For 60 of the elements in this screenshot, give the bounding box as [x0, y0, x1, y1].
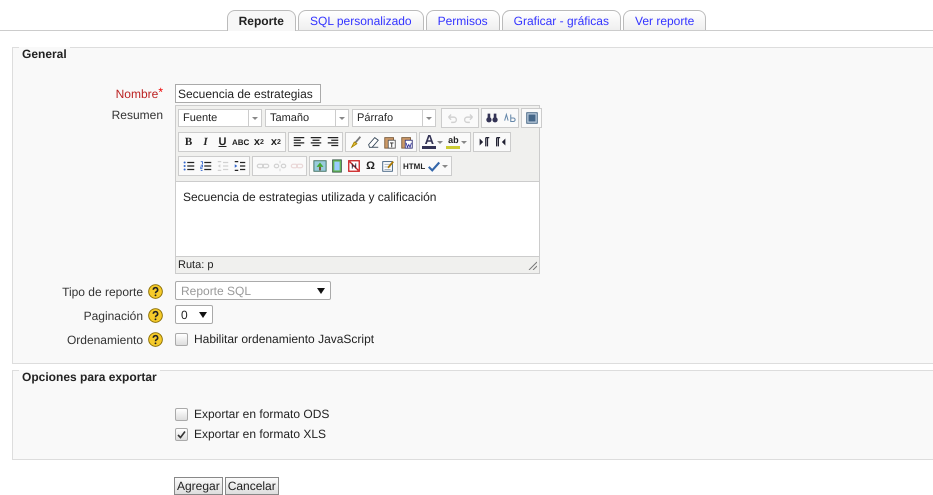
color-button[interactable]: A	[421, 133, 446, 152]
edit-icon	[380, 159, 394, 174]
field-label: Resumen	[112, 108, 163, 122]
tab[interactable]: SQL personalizado	[298, 10, 424, 30]
help-icon[interactable]	[148, 284, 163, 300]
ltr-icon	[476, 135, 491, 150]
tab[interactable]: Graficar - gráficas	[502, 10, 621, 30]
tab[interactable]: Reporte	[226, 10, 296, 31]
eraser-icon	[366, 135, 380, 150]
toolbar-dropdown[interactable]: Párrafo	[352, 109, 436, 128]
help-icon[interactable]	[148, 308, 163, 324]
select-field[interactable]: 0	[175, 305, 213, 324]
redo-icon	[462, 111, 476, 126]
checkbox[interactable]	[175, 428, 188, 440]
media-icon	[330, 159, 344, 174]
toolbar-button[interactable]: Ω	[362, 157, 379, 176]
editor-content[interactable]: Secuencia de estrategias utilizada y calificación	[176, 181, 539, 258]
toolbar-button[interactable]: U	[214, 133, 231, 152]
toolbar-button[interactable]: x$^{2}$	[267, 133, 284, 152]
help-icon[interactable]	[148, 332, 163, 348]
indent-icon	[232, 159, 246, 174]
paste-word-icon	[400, 135, 414, 150]
color-button[interactable]: ab	[445, 133, 470, 152]
field-label: Tipo de reporte	[62, 284, 143, 299]
name-field[interactable]: Secuencia de estrategias	[175, 84, 321, 104]
checkbox[interactable]	[175, 408, 188, 420]
editor-path: Ruta: p	[178, 259, 214, 272]
paste-text-icon	[382, 135, 397, 150]
spell-icon	[427, 159, 442, 174]
resize-handle-icon[interactable]	[528, 260, 537, 270]
find-icon	[484, 111, 498, 126]
toolbar-dropdown[interactable]: Tamaño	[265, 109, 349, 128]
checkbox-label: Exportar en formato ODS	[194, 407, 330, 421]
form-button[interactable]: Cancelar	[224, 477, 279, 495]
unlink-icon	[272, 159, 286, 174]
toolbar-dropdown[interactable]: Fuente	[178, 109, 262, 128]
required-mark: *	[158, 84, 163, 99]
number-list-icon	[198, 159, 212, 174]
checkbox[interactable]	[175, 332, 188, 346]
toolbar-button[interactable]: I	[197, 133, 214, 152]
image-icon	[312, 159, 326, 174]
bullet-list-icon	[182, 159, 196, 174]
toolbar-button[interactable]: ABC	[231, 133, 250, 152]
tab[interactable]: Ver reporte	[622, 10, 706, 30]
toolbar-button[interactable]: B	[180, 133, 197, 152]
checkbox-label: Exportar en formato XLS	[194, 427, 326, 441]
field-label: Paginación	[84, 308, 143, 323]
checkbox-label: Habilitar ordenamiento JavaScript	[194, 332, 374, 346]
field-label: Nombre	[116, 87, 158, 102]
rtl-icon	[494, 135, 508, 150]
brush-icon	[348, 135, 363, 150]
tab[interactable]: Permisos	[426, 10, 500, 30]
form-button[interactable]: Agregar	[174, 477, 223, 495]
fullscreen-icon	[524, 111, 538, 126]
toolbar-button[interactable]: HTML	[402, 157, 426, 176]
section-legend: Opciones para exportar	[19, 370, 160, 384]
outdent-icon	[216, 159, 230, 174]
field-label: Ordenamiento	[66, 332, 143, 347]
section-legend: General	[19, 47, 70, 62]
nolink-icon	[346, 159, 360, 174]
